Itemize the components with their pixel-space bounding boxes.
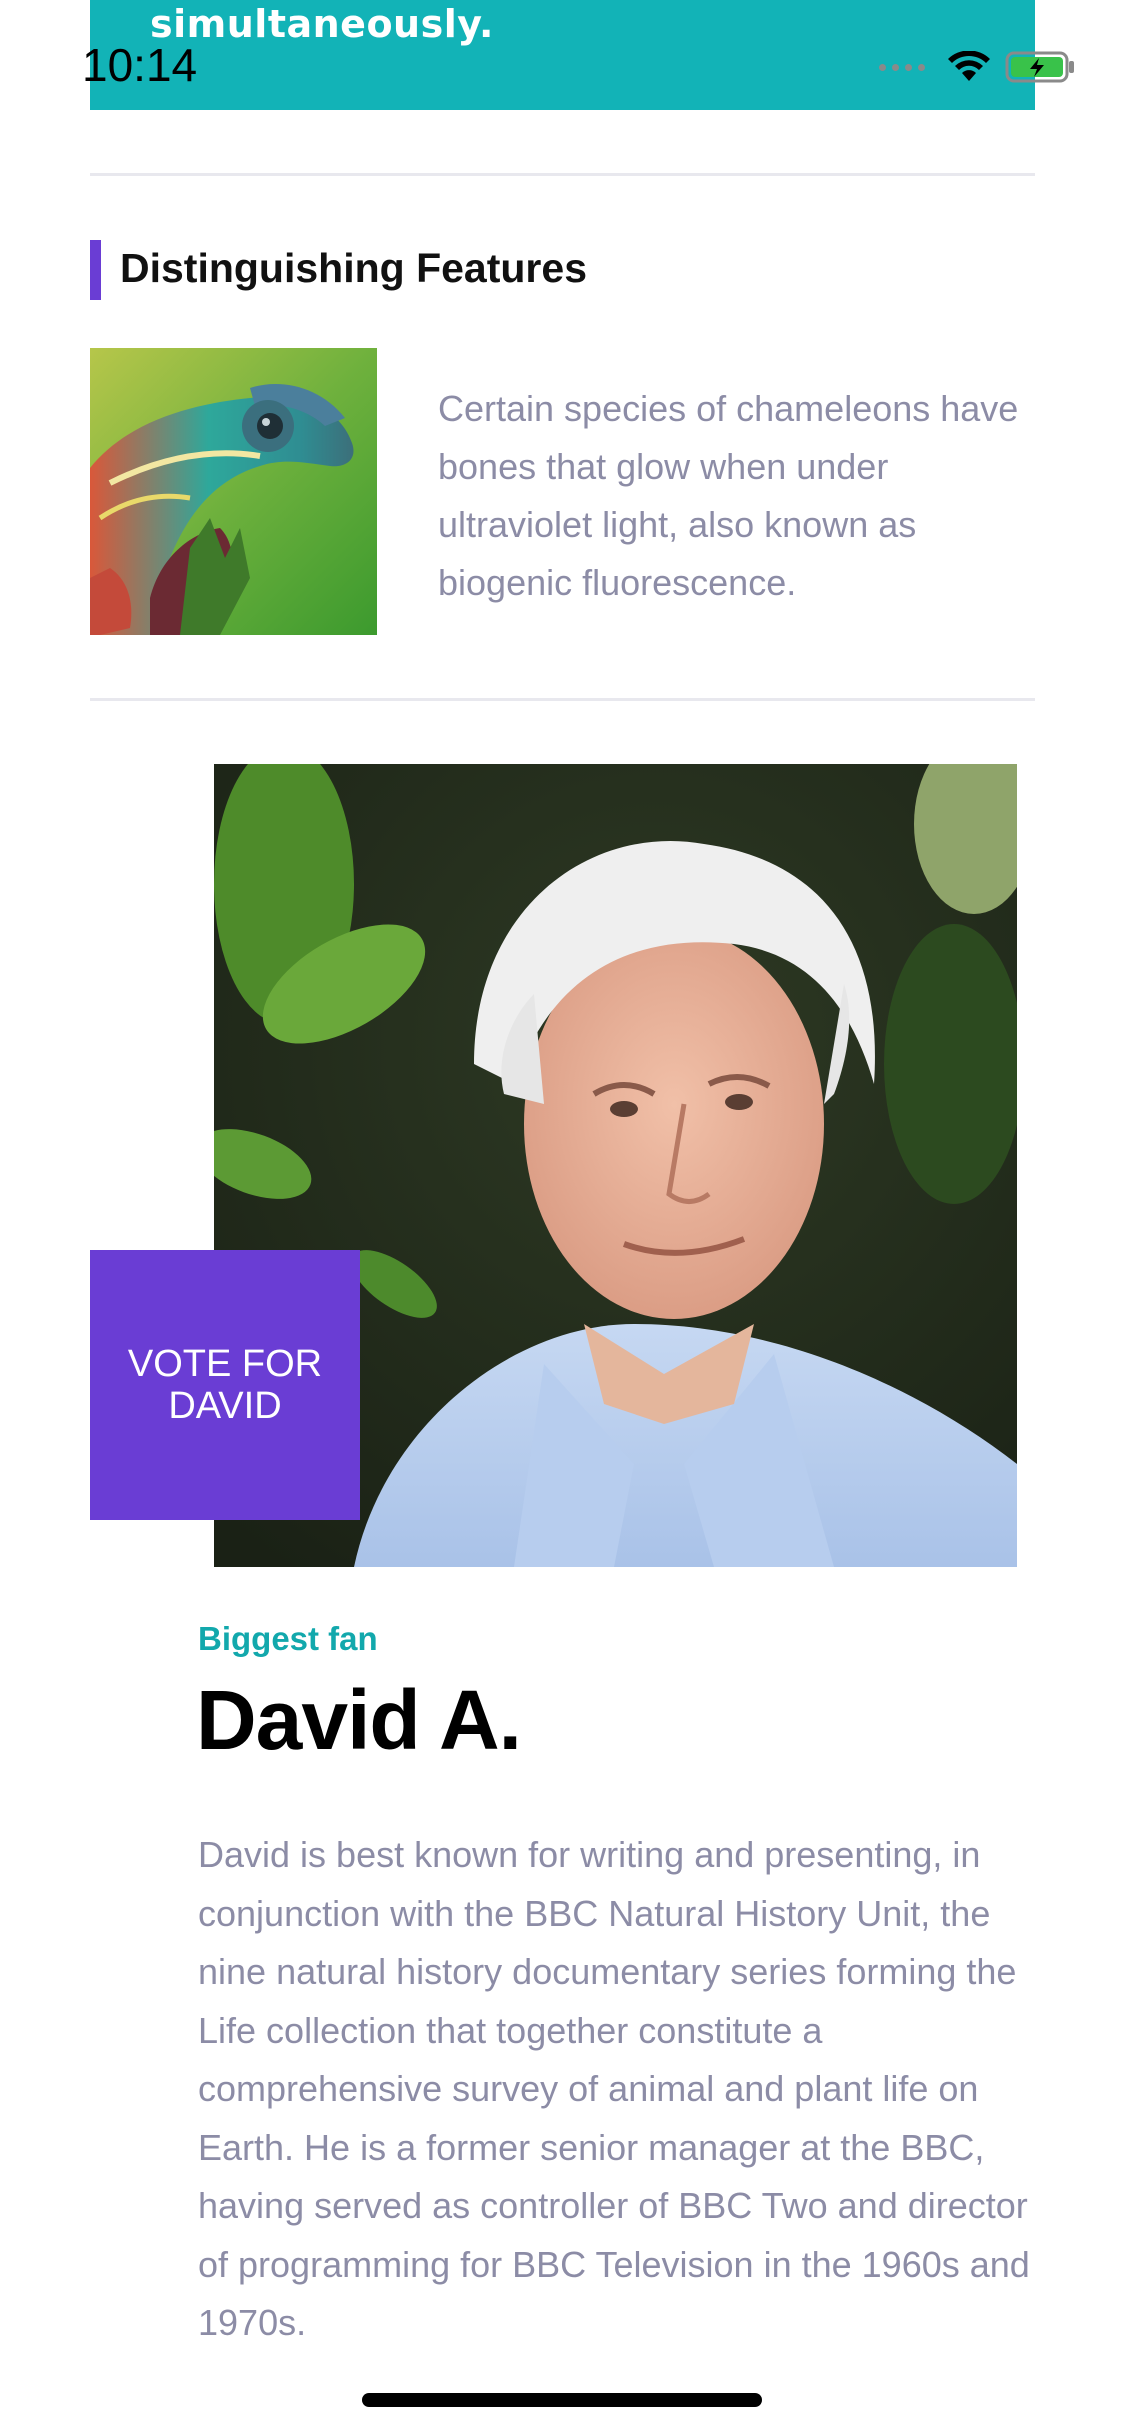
profile-name: David A. [196,1673,522,1767]
battery-charging-icon [1005,51,1074,83]
vote-button-label: VOTE FOR DAVID [127,1343,323,1427]
page: simultaneously. 10:14 Distinguishing Fea… [0,0,1125,2436]
top-divider [90,173,1035,176]
feature-description: Certain species of chameleons have bones… [438,388,1019,603]
status-time: 10:14 [82,39,198,91]
profile-kicker: Biggest fan [198,1620,378,1657]
wifi-icon [948,51,990,81]
banner-text: simultaneously. [150,2,494,46]
home-indicator[interactable] [362,2393,762,2407]
cellular-signal-icon [879,63,925,71]
chameleon-image [90,348,377,635]
section-divider [90,698,1035,701]
vote-button[interactable]: VOTE FOR DAVID [90,1250,360,1520]
section-title: Distinguishing Features [120,245,587,291]
status-icons [879,50,1077,84]
section-accent-bar [90,240,101,300]
profile-bio: David is best known for writing and pres… [198,1834,1030,2343]
